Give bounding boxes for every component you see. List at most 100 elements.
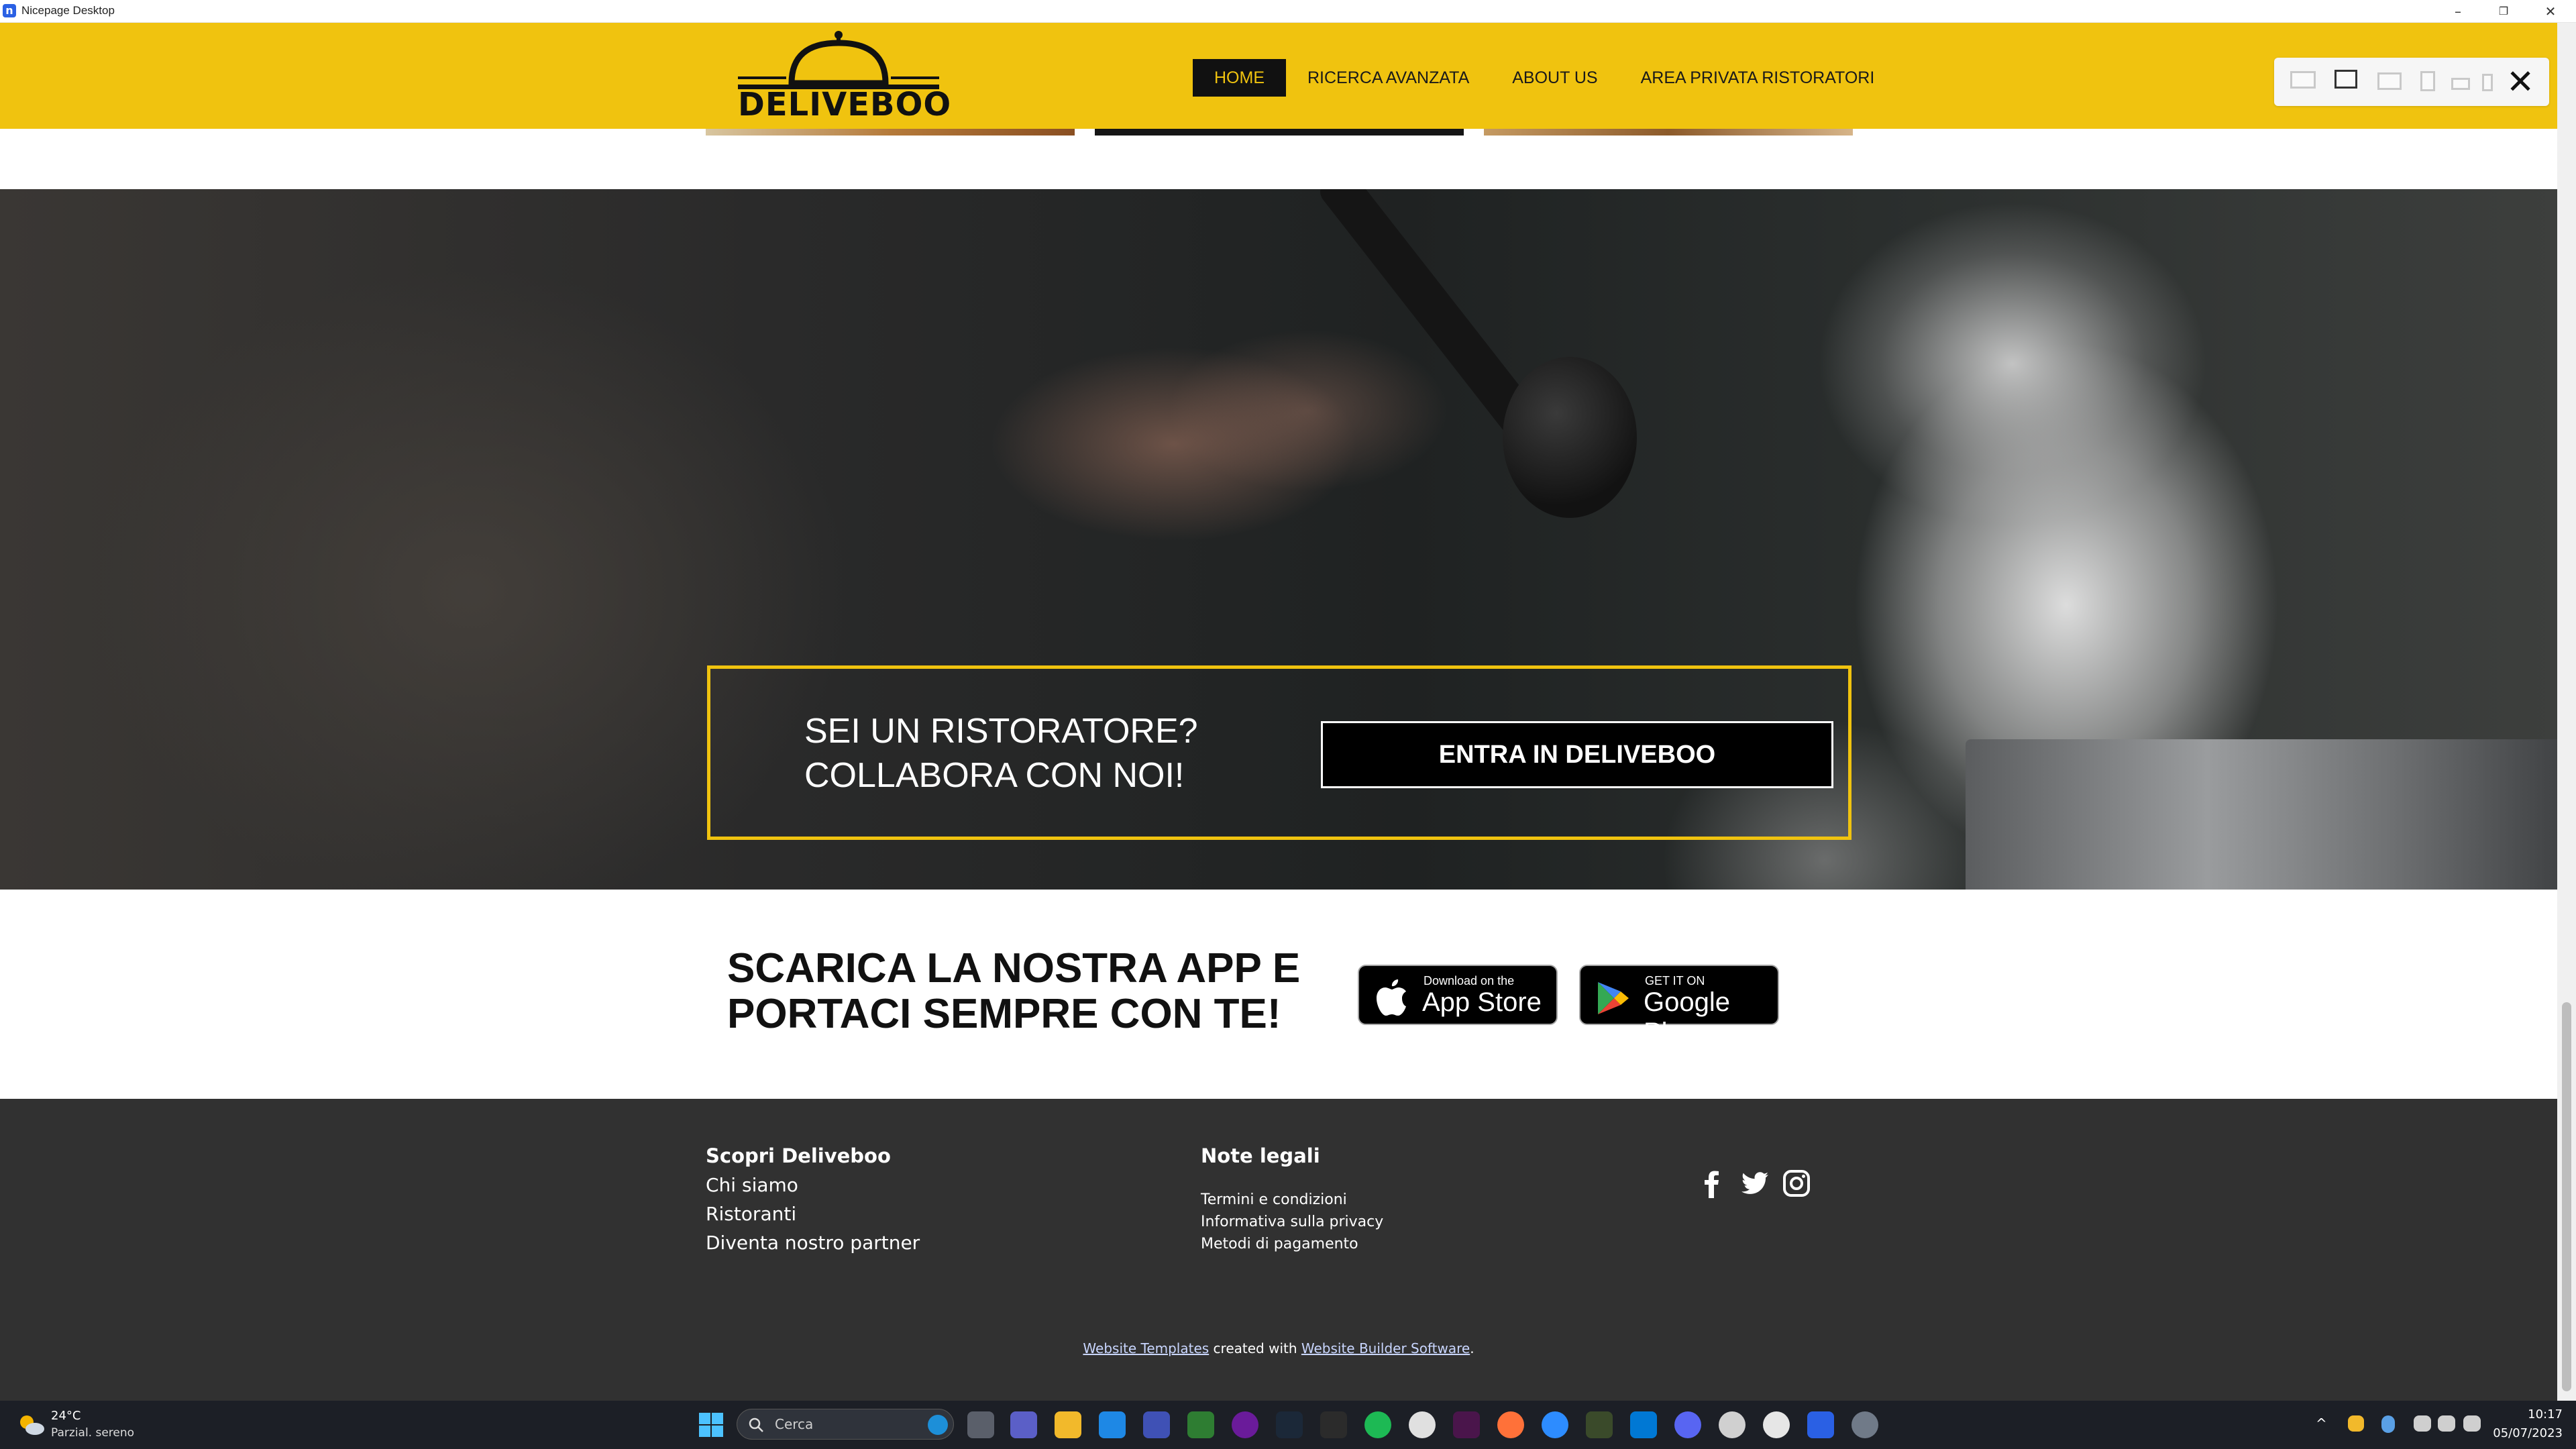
- google-play-small-text: GET IT ON: [1645, 974, 1705, 987]
- card-edge: [1095, 129, 1464, 136]
- discord-icon[interactable]: [1674, 1411, 1701, 1438]
- battery-icon[interactable]: [2463, 1415, 2481, 1432]
- google-play-button[interactable]: GET IT ON Google Play: [1579, 965, 1779, 1047]
- entra-in-deliveboo-button[interactable]: ENTRA IN DELIVEBOO: [1321, 721, 1833, 788]
- steam-icon[interactable]: [1276, 1411, 1303, 1438]
- footer-col1-title: Scopri Deliveboo: [706, 1144, 891, 1167]
- cards-strip: [0, 129, 2557, 137]
- task-view-icon[interactable]: [967, 1411, 994, 1438]
- site-header: DELIVEBOO HOME RICERCA AVANZATA ABOUT US…: [0, 23, 2557, 129]
- tablet-portrait-icon[interactable]: [2420, 71, 2435, 91]
- app-store-button[interactable]: Download on the App Store: [1358, 965, 1558, 1025]
- taskbar-time[interactable]: 10:17: [2528, 1407, 2563, 1421]
- teams-chat-icon[interactable]: [1010, 1411, 1037, 1438]
- mail-icon[interactable]: [1099, 1411, 1126, 1438]
- microphone-icon[interactable]: [2381, 1415, 2395, 1433]
- app-store-small-text: Download on the: [1424, 974, 1515, 987]
- wifi-icon[interactable]: [2414, 1415, 2431, 1432]
- credits-mid-text: created with: [1209, 1340, 1301, 1356]
- minimize-button[interactable]: –: [2436, 0, 2479, 23]
- logo-text: DELIVEBOO: [738, 86, 952, 123]
- cta-heading: SEI UN RISTORATORE? COLLABORA CON NOI!: [804, 709, 1274, 798]
- instagram-icon[interactable]: [1782, 1169, 1811, 1198]
- chrome-icon[interactable]: [1409, 1411, 1436, 1438]
- chrome-icon[interactable]: [1719, 1411, 1746, 1438]
- phone-portrait-icon[interactable]: [2482, 74, 2493, 91]
- app-circle-icon[interactable]: [1232, 1411, 1258, 1438]
- weather-description: Parzial. sereno: [51, 1426, 135, 1440]
- google-play-icon: [1598, 982, 1629, 1014]
- pot-image: [1966, 739, 2557, 890]
- page-scrollbar[interactable]: [2557, 23, 2576, 1401]
- nav-about-us[interactable]: ABOUT US: [1491, 59, 1619, 97]
- site-footer: Scopri Deliveboo Chi siamo Ristoranti Di…: [0, 1099, 2557, 1401]
- app-store-big-text: App Store: [1422, 987, 1542, 1017]
- epic-games-icon[interactable]: [1320, 1411, 1347, 1438]
- windows-start-icon[interactable]: [698, 1411, 724, 1438]
- window-titlebar: n Nicepage Desktop – ❐ ✕: [0, 0, 2576, 23]
- app-icon[interactable]: [1143, 1411, 1170, 1438]
- google-play-big-text: Google Play: [1644, 987, 1730, 1047]
- weather-icon[interactable]: [16, 1411, 46, 1438]
- footer-link-termini[interactable]: Termini e condizioni: [1201, 1191, 1347, 1208]
- footer-col2-title: Note legali: [1201, 1144, 1320, 1167]
- footer-link-chi-siamo[interactable]: Chi siamo: [706, 1174, 798, 1196]
- vscode-icon[interactable]: [1630, 1411, 1657, 1438]
- bing-icon[interactable]: [928, 1415, 948, 1435]
- slack-icon[interactable]: [1453, 1411, 1480, 1438]
- apple-icon: [1377, 979, 1406, 1016]
- desktop-icon[interactable]: [2334, 70, 2357, 89]
- app-icon[interactable]: [1586, 1411, 1613, 1438]
- window-title: Nicepage Desktop: [21, 4, 115, 17]
- nav-ricerca-avanzata[interactable]: RICERCA AVANZATA: [1286, 59, 1491, 97]
- zoom-icon[interactable]: [1542, 1411, 1568, 1438]
- nav-home[interactable]: HOME: [1193, 59, 1286, 97]
- taskbar-search-box[interactable]: Cerca: [737, 1409, 954, 1440]
- restore-button[interactable]: ❐: [2482, 0, 2525, 23]
- github-icon[interactable]: [1763, 1411, 1790, 1438]
- card-edge: [1484, 129, 1853, 136]
- firefox-icon[interactable]: [1497, 1411, 1524, 1438]
- credits-end-text: .: [1470, 1340, 1474, 1356]
- search-placeholder: Cerca: [775, 1416, 814, 1432]
- app-download-section: SCARICA LA NOSTRA APP E PORTACI SEMPRE C…: [0, 890, 2557, 1099]
- xbox-icon[interactable]: [1187, 1411, 1214, 1438]
- file-explorer-icon[interactable]: [1055, 1411, 1081, 1438]
- footer-link-privacy[interactable]: Informativa sulla privacy: [1201, 1214, 1383, 1230]
- ladle-image: [1503, 357, 1637, 518]
- hero-section: SEI UN RISTORATORE? COLLABORA CON NOI! E…: [0, 189, 2557, 890]
- taskbar-date[interactable]: 05/07/2023: [2493, 1426, 2563, 1440]
- twitter-icon[interactable]: [1740, 1169, 1770, 1198]
- tray-app-icon[interactable]: [2348, 1415, 2364, 1432]
- tablet-landscape-icon[interactable]: [2377, 72, 2402, 90]
- app-title-line1: SCARICA LA NOSTRA APP E: [727, 945, 1301, 991]
- facebook-icon[interactable]: [1697, 1169, 1727, 1198]
- footer-credits: Website Templates created with Website B…: [0, 1340, 2557, 1356]
- desktop-wide-icon[interactable]: [2290, 71, 2316, 89]
- website-templates-link[interactable]: Website Templates: [1083, 1340, 1209, 1356]
- cta-box: SEI UN RISTORATORE? COLLABORA CON NOI! E…: [707, 665, 1851, 840]
- cta-line1: SEI UN RISTORATORE?: [804, 712, 1198, 751]
- close-window-button[interactable]: ✕: [2529, 0, 2572, 23]
- windows-taskbar: 24°C Parzial. sereno Cerca ^ 10:17 05/07…: [0, 1401, 2576, 1449]
- volume-icon[interactable]: [2438, 1415, 2455, 1432]
- nav-area-privata[interactable]: AREA PRIVATA RISTORATORI: [1619, 59, 1896, 97]
- spotify-icon[interactable]: [1364, 1411, 1391, 1438]
- footer-link-pagamento[interactable]: Metodi di pagamento: [1201, 1236, 1358, 1252]
- app-section-title: SCARICA LA NOSTRA APP E PORTACI SEMPRE C…: [727, 946, 1331, 1037]
- settings-icon[interactable]: [1851, 1411, 1878, 1438]
- search-icon: [749, 1417, 763, 1432]
- chevron-up-icon[interactable]: ^: [2316, 1415, 2327, 1432]
- nicepage-icon[interactable]: [1807, 1411, 1834, 1438]
- cloche-icon: [738, 31, 939, 89]
- website-builder-link[interactable]: Website Builder Software: [1301, 1340, 1470, 1356]
- phone-landscape-icon[interactable]: [2451, 78, 2470, 90]
- deliveboo-logo[interactable]: DELIVEBOO: [738, 31, 952, 125]
- cta-line2: COLLABORA CON NOI!: [804, 756, 1185, 795]
- close-icon[interactable]: ✕: [2506, 63, 2534, 101]
- footer-link-ristoranti[interactable]: Ristoranti: [706, 1203, 796, 1225]
- app-title-line2: PORTACI SEMPRE CON TE!: [727, 991, 1281, 1037]
- footer-link-diventa-partner[interactable]: Diventa nostro partner: [706, 1232, 920, 1254]
- nicepage-app-icon: n: [3, 4, 16, 17]
- scrollbar-thumb[interactable]: [2562, 1002, 2571, 1391]
